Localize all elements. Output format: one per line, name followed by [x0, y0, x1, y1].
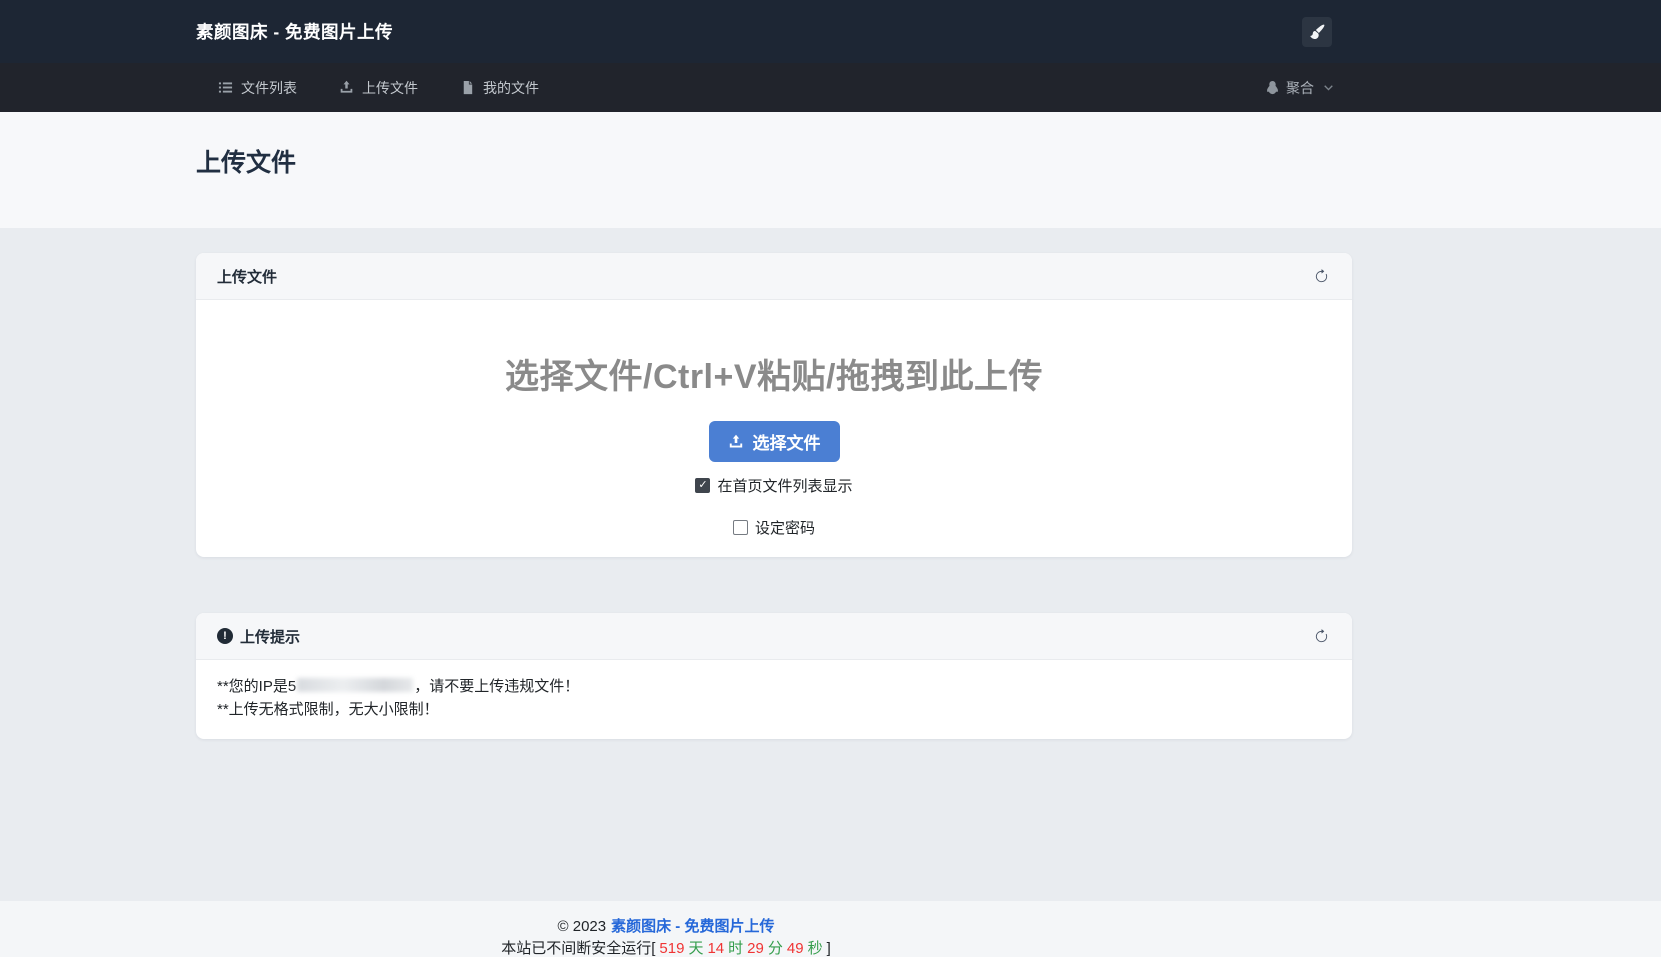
tips-card: ! 上传提示 **您的IP是5，请不要上传违规文件！ **上传无格式限制，无大小…	[196, 613, 1352, 739]
tips-card-header: ! 上传提示	[196, 613, 1352, 660]
top-header: 素颜图床 - 免费图片上传	[0, 0, 1661, 63]
refresh-button[interactable]	[1312, 627, 1331, 646]
chevron-down-icon	[1323, 82, 1334, 93]
copyright-text: © 2023	[558, 918, 607, 935]
refresh-icon	[1314, 629, 1329, 644]
upload-card-header: 上传文件	[196, 253, 1352, 300]
choose-file-button[interactable]: 选择文件	[709, 421, 840, 462]
tips-body: **您的IP是5，请不要上传违规文件！ **上传无格式限制，无大小限制！	[196, 660, 1352, 739]
uptime-seconds-value: 49	[787, 940, 804, 957]
nav-item-my-files[interactable]: 我的文件	[460, 78, 539, 98]
show-on-home-label: 在首页文件列表显示	[717, 475, 852, 496]
nav-item-upload[interactable]: 上传文件	[339, 78, 418, 98]
qq-icon	[1265, 80, 1280, 95]
uptime-days-value: 519	[659, 940, 684, 957]
nav-item-file-list[interactable]: 文件列表	[218, 78, 297, 98]
tips-card-title: 上传提示	[240, 626, 300, 647]
page-title: 上传文件	[196, 112, 1352, 179]
show-on-home-checkbox[interactable]	[695, 478, 710, 493]
upload-card: 上传文件 选择文件/Ctrl+V粘贴/拖拽到此上传	[196, 253, 1352, 557]
uptime-minutes-unit: 分	[768, 940, 783, 957]
upload-icon	[728, 434, 744, 450]
uptime-suffix: ]	[827, 940, 831, 957]
upload-card-title: 上传文件	[217, 266, 277, 287]
content-area: 上传文件 选择文件/Ctrl+V粘贴/拖拽到此上传	[0, 253, 1661, 901]
redacted-ip	[297, 678, 413, 692]
uptime-prefix: 本站已不间断安全运行[	[501, 940, 655, 957]
upload-icon	[339, 80, 354, 95]
brush-icon	[1309, 24, 1325, 40]
show-on-home-checkbox-row[interactable]: 在首页文件列表显示	[695, 475, 852, 496]
info-icon: !	[217, 628, 233, 644]
uptime-days-unit: 天	[688, 940, 703, 957]
set-password-checkbox[interactable]	[733, 520, 748, 535]
nav-item-label: 我的文件	[483, 78, 539, 98]
list-icon	[218, 80, 233, 95]
footer: © 2023素颜图床 - 免费图片上传 本站已不间断安全运行[519天14时29…	[0, 901, 1661, 957]
site-link[interactable]: 素颜图床 - 免费图片上传	[611, 918, 774, 935]
uptime-seconds-unit: 秒	[808, 940, 823, 957]
uptime-minutes-value: 29	[747, 940, 764, 957]
uptime-hours-value: 14	[707, 940, 724, 957]
refresh-button[interactable]	[1312, 267, 1331, 286]
choose-file-label: 选择文件	[753, 429, 821, 454]
page-head: 上传文件	[0, 112, 1661, 228]
aggregate-dropdown[interactable]: 聚合	[1265, 78, 1334, 98]
site-title: 素颜图床 - 免费图片上传	[196, 19, 393, 44]
set-password-checkbox-row[interactable]: 设定密码	[733, 517, 815, 538]
uptime-line: 本站已不间断安全运行[519天14时29分49秒]	[196, 938, 1136, 957]
nav-item-label: 文件列表	[241, 78, 297, 98]
theme-toggle-button[interactable]	[1302, 17, 1332, 47]
set-password-label: 设定密码	[755, 517, 815, 538]
upload-hint: 选择文件/Ctrl+V粘贴/拖拽到此上传	[505, 349, 1043, 398]
nav-item-label: 上传文件	[362, 78, 418, 98]
tips-line-limits: **上传无格式限制，无大小限制！	[217, 698, 1331, 721]
main-nav: 文件列表 上传文件 我的文件	[0, 63, 1661, 112]
upload-dropzone[interactable]: 选择文件/Ctrl+V粘贴/拖拽到此上传 选择文件 在首页文件列表显示	[196, 300, 1352, 557]
copyright-line: © 2023素颜图床 - 免费图片上传	[196, 916, 1136, 938]
refresh-icon	[1314, 269, 1329, 284]
uptime-hours-unit: 时	[728, 940, 743, 957]
file-icon	[460, 80, 475, 95]
tips-line-ip: **您的IP是5，请不要上传违规文件！	[217, 675, 1331, 698]
aggregate-label: 聚合	[1286, 78, 1314, 98]
